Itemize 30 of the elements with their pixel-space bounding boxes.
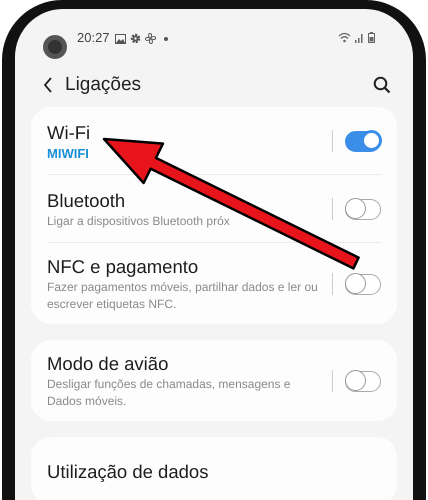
gear-icon <box>130 33 141 44</box>
item-title: Wi-Fi <box>47 120 92 144</box>
settings-item[interactable]: Utilização de dados <box>47 437 381 500</box>
search-icon <box>373 76 391 94</box>
wifi-icon <box>338 32 351 43</box>
back-icon <box>43 77 53 93</box>
dot-icon <box>162 36 169 42</box>
search-button[interactable] <box>373 76 391 94</box>
item-title: Modo de avião <box>47 352 170 376</box>
item-title: Bluetooth <box>47 188 126 212</box>
status-time: 20:27 <box>77 31 110 45</box>
item-title: NFC e pagamento <box>47 255 200 279</box>
item-description: Fazer pagamentos móveis, partilhar dados e ler ou escrever etiquetas NFC. <box>47 279 319 313</box>
fan-icon <box>144 33 156 44</box>
signal-icon <box>355 33 364 43</box>
camera-hole <box>43 35 67 59</box>
connected-network: MIWIFI <box>47 144 90 162</box>
settings-item[interactable]: Modo de avião Desligar funções de chamadas, mensagens e Dados móveis. <box>47 340 381 421</box>
item-description: Desligar funções de chamadas, mensagens e Dados móveis. <box>47 376 292 410</box>
toggle-switch[interactable] <box>345 274 381 294</box>
page-title: Ligações <box>65 72 142 97</box>
battery-icon <box>368 32 375 43</box>
image-icon <box>114 34 126 44</box>
toggle-switch[interactable] <box>345 130 381 152</box>
settings-item[interactable]: NFC e pagamento Fazer pagamentos móveis, partilhar dados e ler ou escrever etiquetas NFC. <box>47 243 381 324</box>
item-description: Ligar a dispositivos Bluetooth próx <box>47 212 231 230</box>
toggle-switch[interactable] <box>345 198 381 220</box>
item-title: Utilização de dados <box>47 460 210 484</box>
toggle-switch[interactable] <box>345 370 381 392</box>
back-button[interactable] <box>43 77 53 93</box>
